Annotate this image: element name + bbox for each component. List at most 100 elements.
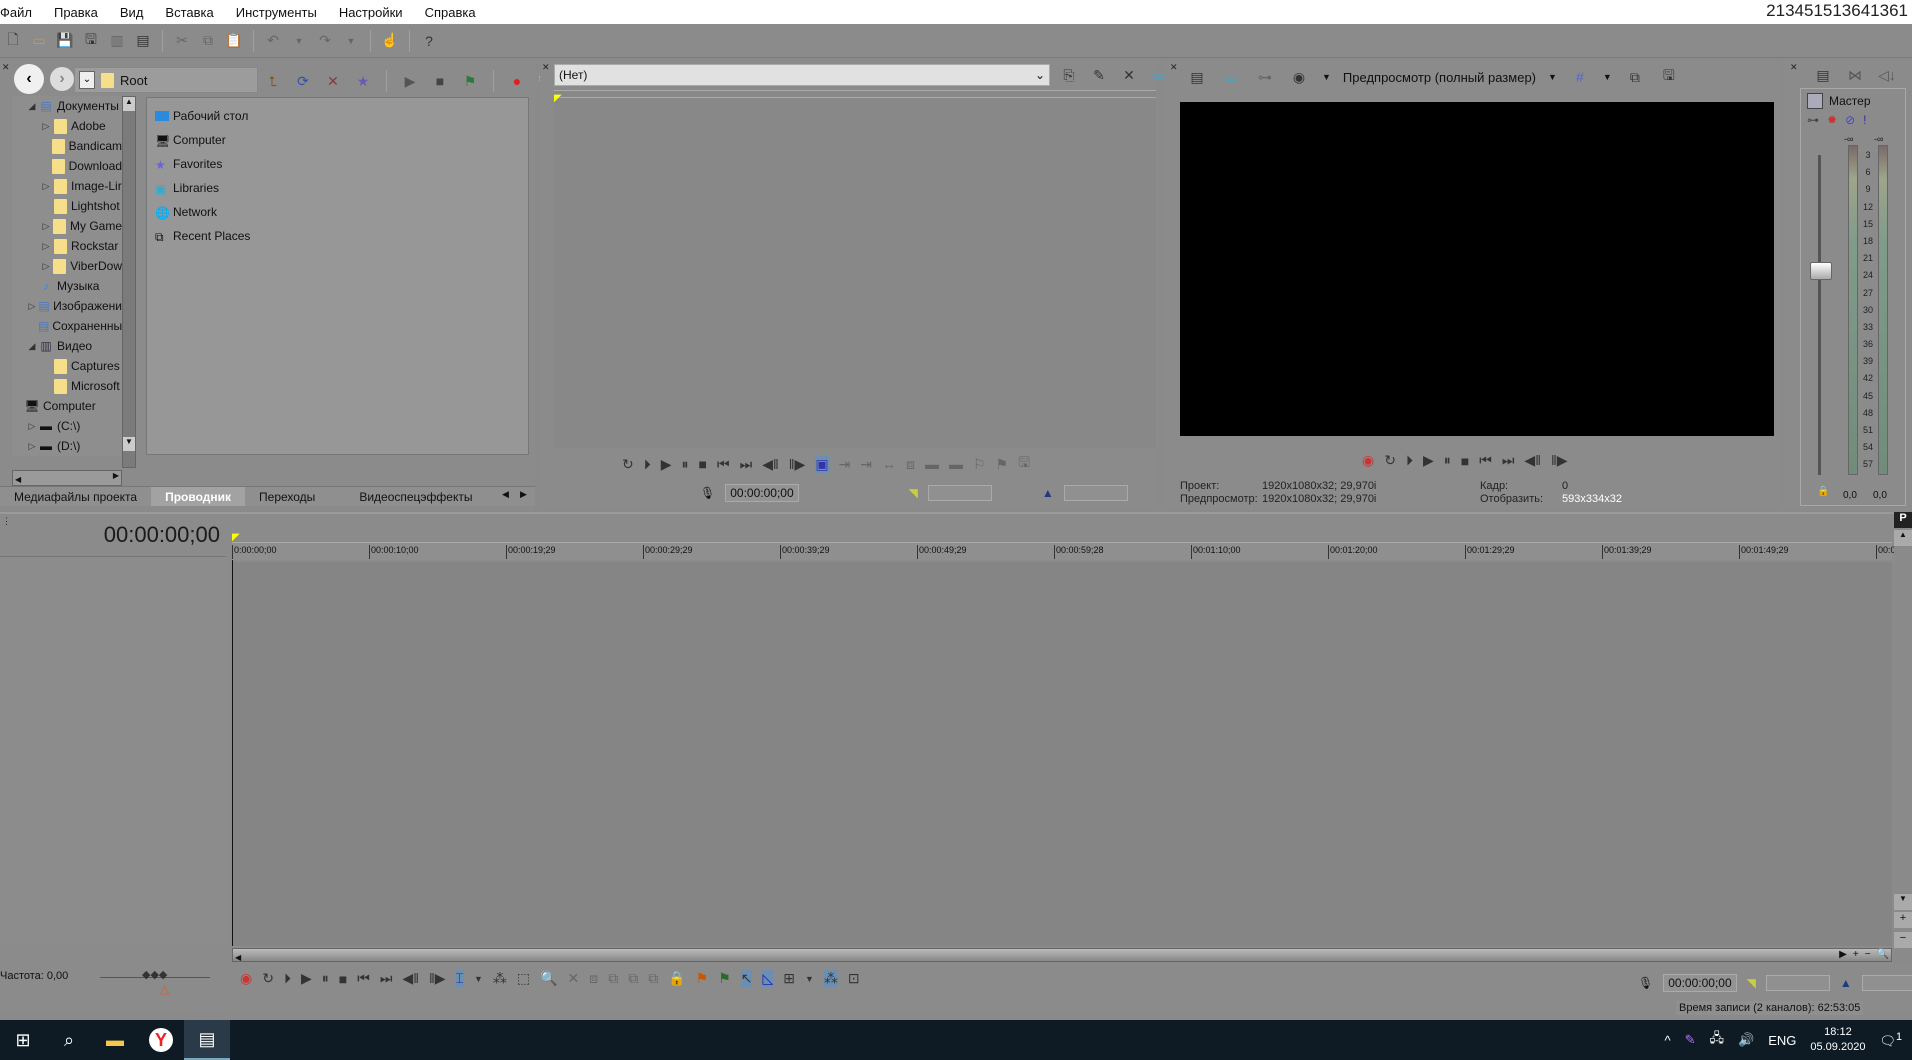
panel-close-icon[interactable]: ✕ — [542, 63, 550, 72]
loop-icon[interactable]: ↻ — [1384, 452, 1396, 469]
save-region-icon[interactable]: 🖫 — [1018, 452, 1030, 476]
network-icon[interactable]: 🖧 — [1710, 1029, 1725, 1051]
tree-item[interactable]: ◢ ▥ Видео — [12, 336, 122, 356]
file-item[interactable]: ★ Favorites — [155, 152, 520, 176]
scroll-up-icon[interactable]: ▲ — [1894, 530, 1912, 546]
next-frame-icon[interactable]: ‖▶ — [429, 970, 446, 987]
external-monitor-icon[interactable]: ▭ — [1220, 66, 1242, 88]
pause-icon[interactable]: ⏸ — [1444, 452, 1451, 469]
panel-close-icon[interactable]: ✕ — [1790, 63, 1798, 72]
cut-icon[interactable]: ✂ — [171, 30, 193, 52]
zoom-in-vertical-icon[interactable]: + — [1894, 912, 1912, 928]
prev-frame-icon[interactable]: ◀‖ — [1524, 452, 1541, 469]
track2-icon[interactable]: ▬ — [949, 456, 963, 472]
tree-item[interactable]: ▷ My Game — [12, 216, 122, 236]
show-hidden-icons[interactable]: ^ — [1665, 1033, 1671, 1048]
expander-icon[interactable]: ▷ — [40, 261, 52, 272]
tabs-scroll-right-icon[interactable]: ▶ — [520, 489, 527, 500]
tree-item[interactable]: 🖥 Computer — [12, 396, 122, 416]
pause-icon[interactable]: ⏸ — [682, 456, 689, 473]
go-to-start-icon[interactable]: ⏮ — [357, 970, 370, 987]
cursor-timecode[interactable]: 00:00:00;00 — [1663, 974, 1737, 992]
undo-icon[interactable]: ↶ — [262, 30, 284, 52]
vegas-pro-icon[interactable]: ▤ — [184, 1020, 230, 1060]
paste-icon[interactable]: 📋 — [223, 30, 245, 52]
tree-item[interactable]: ▷ ▬ (D:\) — [12, 436, 122, 456]
file-explorer-icon[interactable]: ▬ — [92, 1020, 138, 1060]
clear-icon[interactable]: ✕ — [1118, 64, 1140, 86]
search-icon[interactable]: ⌕ — [46, 1020, 92, 1060]
zoom-tool-icon[interactable]: 🔍 — [540, 970, 557, 987]
tree-item[interactable]: ◢ ▤ Документы — [12, 96, 122, 116]
lock-icon[interactable]: 🔒 — [668, 970, 685, 987]
stop-icon[interactable]: ■ — [339, 971, 347, 987]
add-to-end-icon[interactable]: ⇥ — [860, 456, 872, 473]
zoom-in-icon[interactable]: + — [1853, 949, 1859, 960]
forward-button[interactable]: › — [50, 67, 74, 91]
stop-icon[interactable]: ■ — [699, 456, 707, 472]
tree-vertical-scrollbar[interactable]: ▲ ▼ — [122, 96, 136, 468]
overlays-icon[interactable]: # — [1569, 66, 1591, 88]
file-item[interactable]: Рабочий стол — [155, 104, 520, 128]
copy-icon[interactable]: ⧉ — [197, 30, 219, 52]
play-from-start-icon[interactable]: ⏵ — [284, 970, 291, 987]
marker-icon[interactable]: ⚐ — [973, 456, 986, 473]
tree-item[interactable]: Microsoft — [12, 376, 122, 396]
timeline-vertical-scrollbar[interactable]: P ▲ ▼ + − — [1894, 512, 1912, 964]
insert-icon[interactable]: ⇥ — [839, 456, 851, 473]
loop-icon[interactable]: ↻ — [262, 970, 274, 987]
tab-0[interactable]: Медиафайлы проекта — [0, 487, 151, 506]
language-indicator[interactable]: ENG — [1768, 1033, 1796, 1048]
go-to-end-icon[interactable]: ⏭ — [1502, 452, 1515, 469]
refresh-icon[interactable]: ⟳ — [292, 70, 314, 92]
menu-item[interactable]: Правка — [54, 5, 106, 20]
lock-icon[interactable]: 🔒 — [1817, 486, 1829, 497]
master-icon[interactable] — [1807, 93, 1823, 109]
play-icon[interactable]: ▶ — [661, 456, 672, 473]
tree-item[interactable]: ♪ Музыка — [12, 276, 122, 296]
tree-item[interactable]: Bandicam — [12, 136, 122, 156]
menu-item[interactable]: Вид — [120, 5, 152, 20]
zoom-out-icon[interactable]: − — [1865, 949, 1871, 960]
stop-icon[interactable]: ■ — [1461, 453, 1469, 469]
edit-icon[interactable]: ✎ — [1088, 64, 1110, 86]
scroll-down-icon[interactable]: ▼ — [123, 437, 135, 451]
region-icon[interactable]: ⚑ — [996, 456, 1009, 473]
envelope-tool-icon[interactable]: ⁂ — [493, 970, 507, 987]
panel-close-icon[interactable]: ✕ — [1170, 63, 1178, 72]
play-from-start-icon[interactable]: ⏵ — [644, 456, 651, 473]
expander-icon[interactable]: ▷ — [40, 241, 52, 252]
panel-close-icon[interactable]: ✕ — [2, 63, 10, 72]
chevron-down-icon[interactable]: ▼ — [1603, 72, 1612, 82]
mixer-icon[interactable]: ▦ — [1908, 64, 1912, 86]
expander-icon[interactable]: ▷ — [26, 441, 38, 452]
rate-slider-handle-icon[interactable]: ◆◆◆ — [142, 968, 167, 981]
split-screen-icon[interactable]: ⊶ — [1254, 66, 1276, 88]
timeline-grip[interactable]: ⋮ — [2, 517, 11, 526]
track-icon[interactable]: ▬ — [925, 456, 939, 472]
lock-envelopes-icon[interactable]: ⁂ — [823, 970, 838, 987]
add-to-timeline-icon[interactable]: ⎘ — [1058, 64, 1080, 86]
trim-icon[interactable]: ⧈ — [906, 456, 915, 473]
tree-horizontal-scrollbar[interactable]: ◀ ▶ — [12, 470, 122, 486]
properties-icon[interactable]: ▤ — [132, 30, 154, 52]
selection-tool-icon[interactable]: ⬚ — [517, 970, 530, 987]
master-fader-knob[interactable] — [1810, 262, 1832, 280]
expander-icon[interactable]: ▷ — [26, 421, 38, 432]
record-icon[interactable]: ◉ — [1362, 452, 1374, 469]
solo-icon[interactable]: ! — [1863, 113, 1866, 127]
tab-2[interactable]: Переходы — [245, 487, 329, 506]
menu-item[interactable]: Инструменты — [236, 5, 325, 20]
scroll-right-icon[interactable]: ▶ — [1839, 949, 1847, 960]
redo-icon[interactable]: ↷ — [314, 30, 336, 52]
timeline-horizontal-scrollbar[interactable]: ◀ ▶ + − 🔍 — [232, 948, 1892, 962]
add-favorites-icon[interactable]: ★ — [352, 70, 374, 92]
auto-crossfade-icon[interactable]: ◺ — [762, 970, 774, 987]
mute-icon[interactable]: ⊘ — [1845, 113, 1855, 127]
tree-item[interactable]: ▷ Adobe — [12, 116, 122, 136]
next-frame-icon[interactable]: ‖▶ — [1551, 452, 1568, 469]
ignore-grouping-icon[interactable]: ⊡ — [848, 970, 860, 987]
chevron-down-icon[interactable]: ▼ — [1548, 72, 1557, 82]
delete-icon[interactable]: ✕ — [322, 70, 344, 92]
go-to-start-icon[interactable]: ⏮ — [717, 456, 730, 473]
